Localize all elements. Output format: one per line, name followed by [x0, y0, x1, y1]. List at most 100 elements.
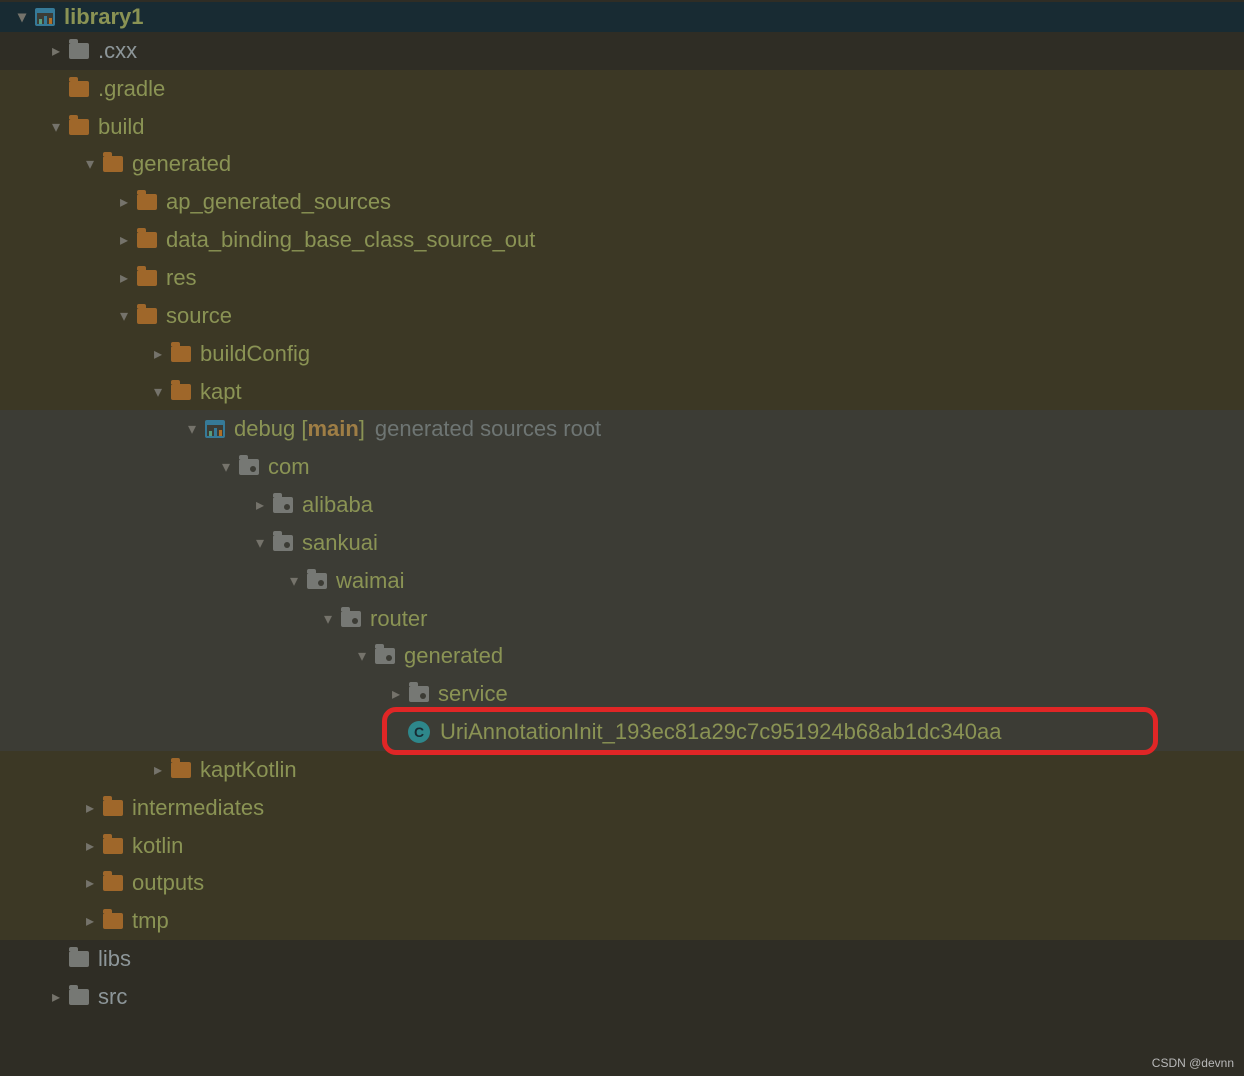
- tree-label: tmp: [132, 908, 169, 933]
- folder-icon: [68, 79, 90, 99]
- tree-folder[interactable]: ▾ generated: [0, 638, 1244, 676]
- watermark: CSDN @devnn: [1152, 1056, 1234, 1070]
- package-icon: [272, 533, 294, 553]
- tree-folder[interactable]: libs: [0, 940, 1244, 978]
- chevron-right-icon[interactable]: ▸: [44, 987, 68, 1007]
- tree-label: router: [370, 606, 427, 631]
- package-icon: [408, 684, 430, 704]
- tree-folder[interactable]: ▸ outputs: [0, 865, 1244, 903]
- chevron-right-icon[interactable]: ▸: [44, 41, 68, 61]
- tree-folder[interactable]: ▸kotlin: [0, 827, 1244, 865]
- tree-label: com: [268, 454, 310, 479]
- tree-label: outputs: [132, 870, 204, 895]
- tree-label: kaptKotlin: [200, 757, 297, 782]
- chevron-down-icon[interactable]: ▾: [248, 533, 272, 553]
- chevron-down-icon[interactable]: ▾: [44, 117, 68, 137]
- folder-icon: [136, 268, 158, 288]
- folder-icon: [136, 192, 158, 212]
- tree-folder[interactable]: ▸ src: [0, 978, 1244, 1016]
- tree-label: build: [98, 114, 144, 139]
- tree-label: buildConfig: [200, 341, 310, 366]
- folder-icon: [102, 154, 124, 174]
- chevron-right-icon[interactable]: ▸: [112, 268, 136, 288]
- project-tree: ▾ library1 ▸.cxx .gradle ▾ build ▾ generated ▸ ap…: [0, 0, 1244, 1016]
- chevron-down-icon[interactable]: ▾: [78, 154, 102, 174]
- chevron-right-icon[interactable]: ▸: [78, 911, 102, 931]
- chevron-right-icon[interactable]: ▸: [78, 798, 102, 818]
- chevron-down-icon[interactable]: ▾: [180, 419, 204, 439]
- chevron-down-icon[interactable]: ▾: [146, 382, 170, 402]
- tree-folder[interactable]: ▸ buildConfig: [0, 335, 1244, 373]
- folder-icon: [102, 836, 124, 856]
- folder-icon: [68, 949, 90, 969]
- tree-folder[interactable]: ▾ com: [0, 448, 1244, 486]
- tree-label: generated: [132, 151, 231, 176]
- tree-label: kapt: [200, 379, 242, 404]
- package-icon: [340, 609, 362, 629]
- tree-folder[interactable]: ▸ data_binding_base_class_source_out: [0, 221, 1244, 259]
- tree-folder[interactable]: ▸ res: [0, 259, 1244, 297]
- tree-folder[interactable]: ▸ kaptKotlin: [0, 751, 1244, 789]
- tree-folder[interactable]: ▸ alibaba: [0, 486, 1244, 524]
- chevron-down-icon[interactable]: ▾: [214, 457, 238, 477]
- tree-label: intermediates: [132, 795, 264, 820]
- chevron-right-icon[interactable]: ▸: [384, 684, 408, 704]
- folder-icon: [102, 873, 124, 893]
- tree-folder[interactable]: ▾ generated: [0, 146, 1244, 184]
- tree-folder[interactable]: ▾ source: [0, 297, 1244, 335]
- chevron-down-icon[interactable]: ▾: [316, 609, 340, 629]
- folder-icon: [68, 987, 90, 1007]
- chevron-right-icon[interactable]: ▸: [78, 873, 102, 893]
- tree-folder[interactable]: .gradle: [0, 70, 1244, 108]
- package-icon: [306, 571, 328, 591]
- tree-folder[interactable]: ▾ build: [0, 108, 1244, 146]
- tree-folder[interactable]: ▾ router: [0, 600, 1244, 638]
- chevron-right-icon[interactable]: ▸: [112, 192, 136, 212]
- chevron-down-icon[interactable]: ▾: [282, 571, 306, 591]
- chevron-down-icon[interactable]: ▾: [10, 7, 34, 27]
- tree-folder[interactable]: ▸ intermediates: [0, 789, 1244, 827]
- module-icon: [34, 7, 56, 27]
- folder-icon: [68, 41, 90, 61]
- tree-label: library1: [64, 4, 144, 29]
- tree-label: libs: [98, 946, 131, 971]
- tree-label: generated: [404, 643, 503, 668]
- folder-icon: [170, 760, 192, 780]
- folder-icon: [68, 117, 90, 137]
- tree-folder[interactable]: ▾ kapt: [0, 373, 1244, 411]
- tree-label: alibaba: [302, 492, 373, 517]
- tree-label: source: [166, 303, 232, 328]
- tree-folder[interactable]: ▸.cxx: [0, 32, 1244, 70]
- tree-folder[interactable]: ▾ waimai: [0, 562, 1244, 600]
- folder-icon: [102, 911, 124, 931]
- tree-folder[interactable]: ▸ tmp: [0, 902, 1244, 940]
- folder-icon: [136, 230, 158, 250]
- tree-label: res: [166, 265, 197, 290]
- module-icon: [204, 419, 226, 439]
- tree-folder[interactable]: ▸ ap_generated_sources: [0, 183, 1244, 221]
- chevron-down-icon[interactable]: ▾: [350, 646, 374, 666]
- chevron-down-icon[interactable]: ▾: [112, 306, 136, 326]
- tree-folder[interactable]: ▾sankuai: [0, 524, 1244, 562]
- package-icon: [272, 495, 294, 515]
- chevron-right-icon[interactable]: ▸: [146, 760, 170, 780]
- chevron-right-icon[interactable]: ▸: [112, 230, 136, 250]
- tree-folder[interactable]: ▾debug [main]generated sources root: [0, 410, 1244, 448]
- package-icon: [238, 457, 260, 477]
- tree-file[interactable]: CUriAnnotationInit_193ec81a29c7c951924b6…: [0, 713, 1244, 751]
- chevron-right-icon[interactable]: ▸: [248, 495, 272, 515]
- tree-label: data_binding_base_class_source_out: [166, 227, 535, 252]
- tree-label-suffix: generated sources root: [375, 416, 601, 441]
- tree-label: waimai: [336, 568, 404, 593]
- tree-folder[interactable]: ▾ library1: [0, 2, 1244, 32]
- tree-label: ap_generated_sources: [166, 189, 391, 214]
- tree-label: src: [98, 984, 127, 1009]
- tree-label: .gradle: [98, 76, 165, 101]
- chevron-right-icon[interactable]: ▸: [78, 836, 102, 856]
- chevron-right-icon[interactable]: ▸: [146, 344, 170, 364]
- folder-icon: [170, 382, 192, 402]
- tree-folder[interactable]: ▸ service: [0, 675, 1244, 713]
- tree-label: service: [438, 681, 508, 706]
- class-icon: C: [408, 721, 430, 743]
- folder-icon: [170, 344, 192, 364]
